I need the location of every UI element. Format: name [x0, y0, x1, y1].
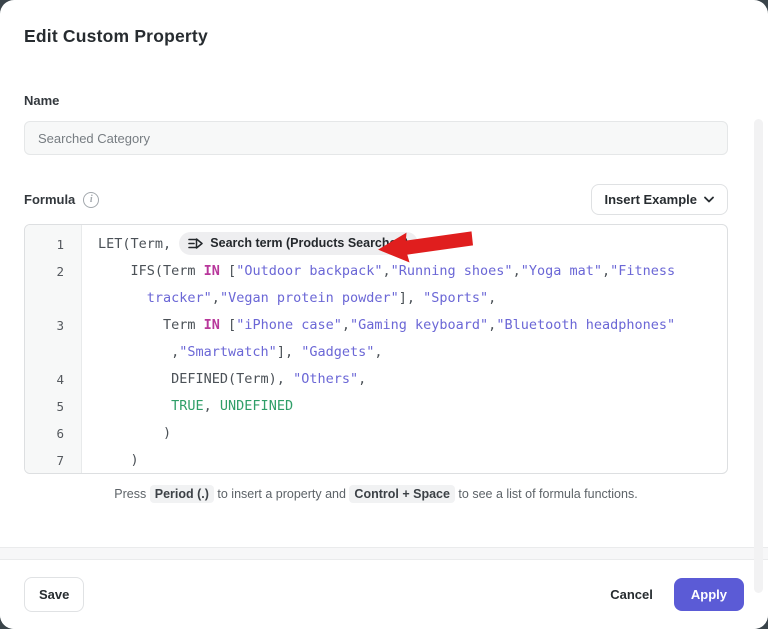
insert-example-button[interactable]: Insert Example	[591, 184, 729, 215]
kbd-control-space: Control + Space	[349, 485, 455, 503]
chevron-down-icon	[704, 196, 714, 203]
name-input[interactable]	[24, 121, 728, 155]
apply-button[interactable]: Apply	[674, 578, 744, 611]
footer-divider	[0, 547, 768, 560]
line-number: 4	[25, 366, 81, 393]
line-number: 7	[25, 447, 81, 474]
code-line: TRUE, UNDEFINED	[98, 393, 727, 420]
code-line: )	[98, 447, 727, 474]
code-lines: LET(Term, Search term (Products Searched…	[82, 225, 727, 473]
dialog-footer: Save Cancel Apply	[0, 560, 768, 629]
list-cursor-icon	[188, 237, 203, 250]
hint-text: Press Period (.) to insert a property an…	[24, 487, 728, 501]
info-icon[interactable]: i	[83, 192, 99, 208]
formula-row: Formula i Insert Example	[24, 184, 728, 215]
gutter: 12 3 4567	[25, 225, 82, 473]
code-line: IFS(Term IN ["Outdoor backpack","Running…	[98, 258, 727, 285]
dialog-header: Edit Custom Property	[0, 0, 768, 47]
code-line: )	[98, 420, 727, 447]
line-number: 2	[25, 258, 81, 285]
cancel-button[interactable]: Cancel	[600, 578, 663, 611]
code-line: DEFINED(Term), "Others",	[98, 366, 727, 393]
code-line: Term IN ["iPhone case","Gaming keyboard"…	[98, 312, 727, 339]
line-number: 1	[25, 231, 81, 258]
code-line: LET(Term, Search term (Products Searched…	[98, 231, 727, 258]
code-line: ,"Smartwatch"], "Gadgets",	[98, 339, 727, 366]
page-title: Edit Custom Property	[24, 26, 744, 47]
property-chip-label: Search term (Products Searched)	[210, 230, 408, 257]
kbd-period: Period (.)	[150, 485, 214, 503]
line-number	[25, 285, 81, 312]
insert-example-label: Insert Example	[605, 192, 698, 207]
line-number: 6	[25, 420, 81, 447]
property-chip[interactable]: Search term (Products Searched)	[179, 232, 418, 255]
line-number: 5	[25, 393, 81, 420]
save-button[interactable]: Save	[24, 577, 84, 612]
dialog-body: Name Formula i Insert Example 12 3 4567 LE…	[0, 47, 768, 547]
name-label: Name	[24, 93, 728, 108]
line-number	[25, 339, 81, 366]
formula-editor[interactable]: 12 3 4567 LET(Term, Search term (Products …	[24, 224, 728, 474]
formula-label: Formula	[24, 192, 75, 207]
edit-custom-property-dialog: Edit Custom Property Name Formula i Inse…	[0, 0, 768, 629]
scrollbar[interactable]	[754, 119, 763, 593]
line-number: 3	[25, 312, 81, 339]
code-line: tracker","Vegan protein powder"], "Sport…	[98, 285, 727, 312]
